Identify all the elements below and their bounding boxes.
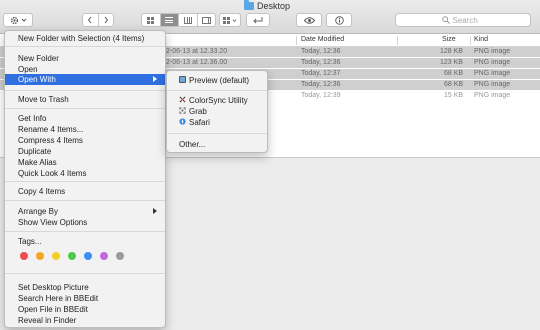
file-kind: PNG image — [474, 70, 511, 77]
menu-item-show-view-options[interactable]: Show View Options — [5, 217, 165, 227]
tag-blue-dot[interactable] — [84, 252, 92, 260]
chevron-left-icon — [88, 16, 92, 24]
menu-item-new-folder-with-selection[interactable]: New Folder with Selection (4 Items) — [5, 33, 165, 43]
info-icon — [334, 15, 344, 25]
file-date: Today, 12:37 — [301, 70, 341, 77]
menu-item-quick-look[interactable]: Quick Look 4 Items — [5, 168, 165, 178]
eye-icon — [303, 16, 315, 24]
tag-orange-dot[interactable] — [36, 252, 44, 260]
menu-item-new-folder[interactable]: New Folder — [5, 53, 165, 63]
column-date-modified[interactable]: Date Modified — [301, 36, 344, 43]
back-forward-control — [82, 13, 114, 27]
safari-app-icon — [179, 118, 186, 125]
file-size: 68 KB — [444, 70, 464, 77]
menu-item-get-info[interactable]: Get Info — [5, 113, 165, 123]
menu-item-search-bbedit[interactable]: Search Here in BBEdit — [5, 293, 165, 303]
list-view-button[interactable] — [160, 14, 178, 26]
tag-yellow-dot[interactable] — [52, 252, 60, 260]
back-button[interactable] — [83, 14, 98, 26]
file-size: 15 KB — [444, 92, 464, 99]
search-field[interactable] — [395, 13, 531, 27]
window-title: Desktop — [257, 1, 291, 11]
submenu-item-colorsync[interactable]: ColorSync Utility — [167, 95, 267, 105]
context-menu: New Folder with Selection (4 Items) New … — [4, 30, 166, 328]
window-toolbar: Desktop — [0, 0, 540, 34]
tag-purple-dot[interactable] — [100, 252, 108, 260]
group-icon — [223, 16, 230, 24]
file-kind: PNG image — [474, 48, 511, 55]
gallery-view-button[interactable] — [198, 14, 216, 26]
search-icon — [441, 16, 450, 24]
menu-item-duplicate[interactable]: Duplicate — [5, 146, 165, 156]
window-title-group: Desktop — [244, 0, 291, 11]
file-date: Today, 12:36 — [301, 81, 341, 88]
file-date: Today, 12:36 — [301, 59, 341, 66]
search-input[interactable] — [452, 15, 485, 25]
menu-item-open-with[interactable]: Open With — [5, 74, 165, 85]
chevron-right-icon — [104, 16, 108, 24]
submenu-item-safari[interactable]: Safari — [167, 117, 267, 127]
file-name: 2-06-13 at 12.33.20 — [166, 48, 228, 55]
open-with-submenu: Preview (default) ColorSync Utility Grab… — [166, 70, 268, 153]
file-name: 2-06-13 at 12.36.00 — [166, 59, 228, 66]
file-size: 68 KB — [444, 81, 464, 88]
forward-button[interactable] — [99, 14, 114, 26]
chevron-down-icon — [232, 18, 237, 22]
file-size: 128 KB — [440, 48, 463, 55]
return-arrow-icon — [253, 17, 263, 24]
file-date: Today, 12:36 — [301, 48, 341, 55]
quick-look-button[interactable] — [296, 13, 322, 27]
chevron-down-icon — [21, 18, 26, 22]
icon-view-icon — [147, 16, 155, 24]
submenu-item-preview[interactable]: Preview (default) — [167, 75, 267, 85]
gallery-view-icon — [201, 16, 211, 24]
menu-item-arrange-by[interactable]: Arrange By — [5, 206, 165, 216]
menu-item-set-desktop-picture[interactable]: Set Desktop Picture — [5, 282, 165, 292]
menu-item-open[interactable]: Open — [5, 64, 165, 74]
menu-item-reveal-finder[interactable]: Reveal in Finder — [5, 315, 165, 325]
menu-item-tags[interactable]: Tags... — [5, 236, 165, 246]
menu-item-copy[interactable]: Copy 4 Items — [5, 186, 165, 196]
file-size: 123 KB — [440, 59, 463, 66]
tag-red-dot[interactable] — [20, 252, 28, 260]
gear-icon — [10, 16, 18, 24]
colorsync-app-icon — [179, 96, 186, 103]
action-gear-button[interactable] — [3, 13, 33, 27]
file-kind: PNG image — [474, 59, 511, 66]
submenu-arrow-icon — [153, 76, 157, 82]
share-back-button[interactable] — [246, 13, 270, 27]
menu-item-make-alias[interactable]: Make Alias — [5, 157, 165, 167]
menu-item-move-to-trash[interactable]: Move to Trash — [5, 94, 165, 104]
submenu-item-other[interactable]: Other... — [167, 139, 267, 149]
column-view-icon — [183, 16, 192, 24]
tag-gray-dot[interactable] — [116, 252, 124, 260]
folder-icon — [244, 0, 254, 10]
file-kind: PNG image — [474, 92, 511, 99]
column-view-button[interactable] — [179, 14, 197, 26]
menu-item-compress[interactable]: Compress 4 Items — [5, 135, 165, 145]
info-button[interactable] — [326, 13, 352, 27]
icon-view-button[interactable] — [142, 14, 160, 26]
submenu-arrow-icon — [153, 208, 157, 214]
file-kind: PNG image — [474, 81, 511, 88]
preview-app-icon — [179, 76, 186, 83]
view-mode-control — [141, 13, 216, 27]
grab-app-icon — [179, 107, 186, 114]
tag-green-dot[interactable] — [68, 252, 76, 260]
list-view-icon — [165, 17, 174, 23]
group-by-button[interactable] — [219, 13, 241, 27]
column-kind[interactable]: Kind — [474, 36, 488, 43]
column-size[interactable]: Size — [442, 36, 456, 43]
menu-item-open-bbedit[interactable]: Open File in BBEdit — [5, 304, 165, 314]
submenu-item-grab[interactable]: Grab — [167, 106, 267, 116]
file-date: Today, 12:39 — [301, 92, 341, 99]
menu-item-rename[interactable]: Rename 4 Items... — [5, 124, 165, 134]
